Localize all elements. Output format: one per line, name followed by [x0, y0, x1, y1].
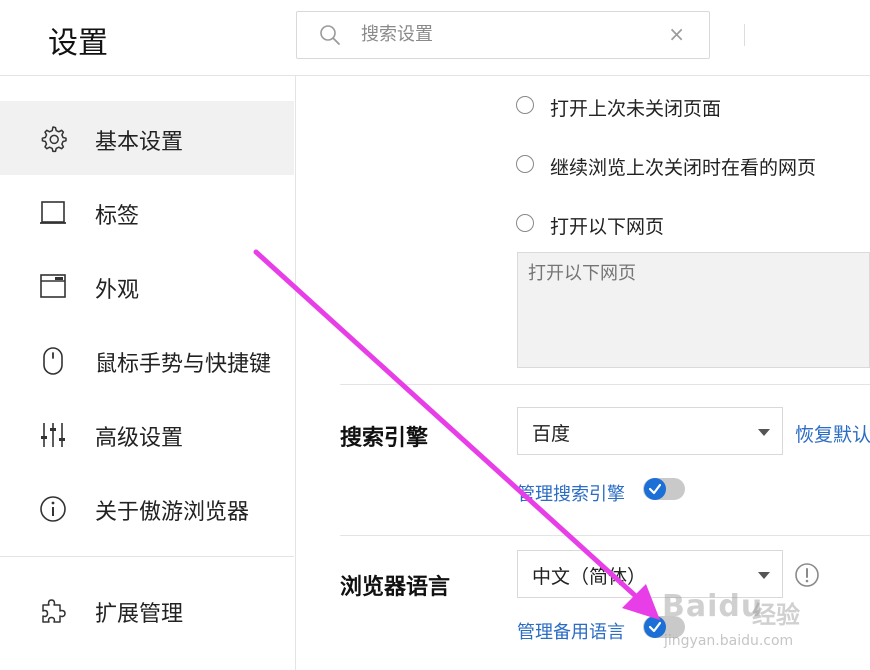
- page-title: 设置: [48, 26, 108, 61]
- header: 设置 ×: [0, 0, 870, 76]
- manage-backup-languages-link[interactable]: 管理备用语言: [517, 618, 625, 644]
- radio-label: 继续浏览上次关闭时在看的网页: [550, 157, 817, 179]
- restore-default-link[interactable]: 恢复默认: [795, 420, 870, 447]
- section-divider: [340, 384, 870, 385]
- warning-icon[interactable]: [794, 562, 820, 588]
- sidebar-item-label: 外观: [95, 278, 140, 303]
- section-divider: [340, 535, 870, 536]
- sidebar-item-label: 关于傲游浏览器: [95, 500, 250, 525]
- radio-button[interactable]: [516, 96, 534, 114]
- toggle-knob: [644, 478, 666, 500]
- sidebar-item-basic-settings[interactable]: 基本设置: [0, 101, 294, 175]
- sidebar-item-mouse-gestures[interactable]: 鼠标手势与快捷键: [0, 323, 294, 397]
- sidebar-item-label: 基本设置: [95, 130, 184, 155]
- manage-search-engines-toggle[interactable]: [643, 478, 685, 500]
- browser-language-title: 浏览器语言: [340, 575, 451, 600]
- select-value: 百度: [532, 423, 571, 445]
- search-input[interactable]: [361, 18, 651, 50]
- sidebar-item-extensions[interactable]: 扩展管理: [0, 573, 294, 647]
- sidebar-item-tabs[interactable]: 标签: [0, 175, 294, 249]
- radio-label: 打开上次未关闭页面: [550, 98, 722, 120]
- sidebar-item-label: 标签: [95, 204, 140, 229]
- search-engine-title: 搜索引擎: [340, 426, 429, 451]
- tab-icon: [40, 201, 66, 224]
- sidebar-item-label: 鼠标手势与快捷键: [95, 352, 272, 377]
- sidebar-item-advanced[interactable]: 高级设置: [0, 397, 294, 471]
- checkmark-icon: [649, 621, 661, 633]
- browser-language-select[interactable]: 中文（简体）: [517, 550, 783, 598]
- sidebar-item-label: 高级设置: [95, 426, 184, 451]
- manage-search-engines-link[interactable]: 管理搜索引擎: [517, 480, 625, 506]
- sidebar-item-about[interactable]: 关于傲游浏览器: [0, 471, 294, 545]
- select-value: 中文（简体）: [532, 566, 647, 588]
- mouse-icon: [43, 347, 63, 375]
- sidebar: 基本设置 标签 外观 鼠标手势与快捷键 高级设置 关于傲游浏览器 扩展管理: [0, 76, 296, 670]
- chevron-down-icon: [758, 572, 770, 579]
- puzzle-icon: [42, 599, 66, 623]
- settings-content: 打开上次未关闭页面 继续浏览上次关闭时在看的网页 打开以下网页 搜索引擎 百度 …: [296, 76, 870, 670]
- radio-button[interactable]: [516, 155, 534, 173]
- sliders-icon: [41, 423, 65, 447]
- chevron-down-icon: [758, 429, 770, 436]
- search-box[interactable]: ×: [296, 11, 710, 59]
- toggle-knob: [644, 616, 666, 638]
- sidebar-item-appearance[interactable]: 外观: [0, 249, 294, 323]
- sidebar-divider: [0, 556, 294, 557]
- search-icon: [320, 25, 340, 45]
- startup-urls-field[interactable]: [517, 252, 870, 368]
- checkmark-icon: [649, 483, 661, 495]
- search-engine-select[interactable]: 百度: [517, 407, 783, 455]
- info-icon: [40, 496, 66, 522]
- gear-icon: [41, 126, 67, 153]
- radio-button[interactable]: [516, 214, 534, 232]
- radio-label: 打开以下网页: [550, 216, 665, 238]
- startup-urls-input[interactable]: [528, 263, 848, 284]
- window-icon: [40, 274, 66, 298]
- manage-backup-languages-toggle[interactable]: [643, 616, 685, 638]
- close-icon[interactable]: ×: [668, 22, 685, 46]
- sidebar-item-label: 扩展管理: [95, 602, 184, 627]
- header-divider: [744, 24, 745, 46]
